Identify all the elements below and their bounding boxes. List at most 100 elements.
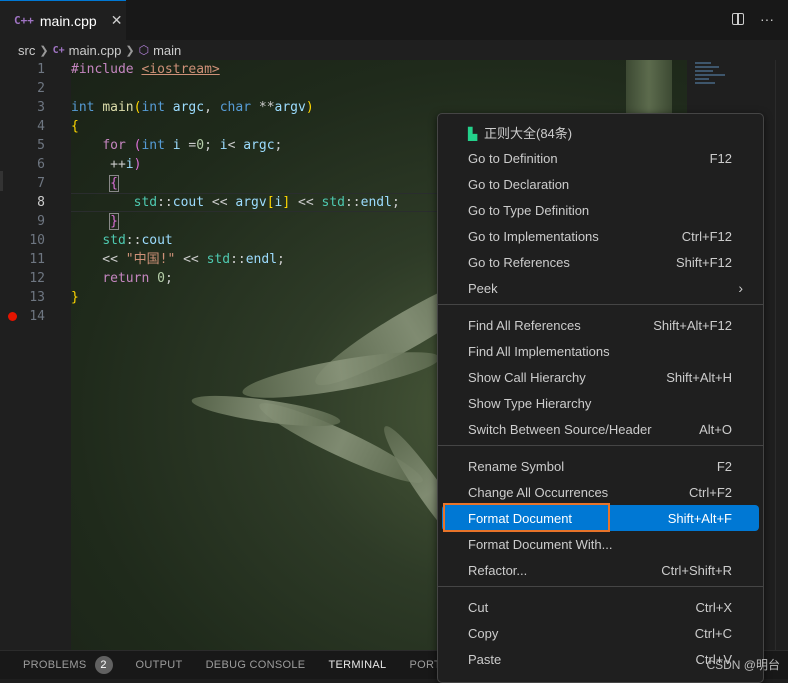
symbol-method-icon: ⬡ <box>138 43 150 57</box>
menu-item-change-all-occurrences[interactable]: Change All Occurrences Ctrl+F2 <box>442 479 759 505</box>
code-line: std::cout <box>102 233 173 248</box>
menu-item-cut[interactable]: Cut Ctrl+X <box>442 594 759 620</box>
menu-item-label: Show Type Hierarchy <box>468 395 592 411</box>
menu-separator <box>438 304 763 305</box>
menu-item-find-all-implementations[interactable]: Find All Implementations <box>442 338 759 364</box>
menu-item-label: Cut <box>468 599 489 615</box>
chevron-right-icon: › <box>738 280 743 296</box>
close-icon[interactable]: ✕ <box>111 12 123 29</box>
line-number: 1 <box>37 62 45 77</box>
menu-item-copy[interactable]: Copy Ctrl+C <box>442 620 759 646</box>
menu-item-label: Go to Type Definition <box>468 202 590 218</box>
menu-item-rename-symbol[interactable]: Rename Symbol F2 <box>442 453 759 479</box>
menu-item-refactor[interactable]: Refactor... Ctrl+Shift+R <box>442 557 759 583</box>
menu-item-go-to-definition[interactable]: Go to Definition F12 <box>442 145 759 171</box>
menu-item-shortcut: Shift+Alt+F <box>667 510 732 526</box>
line-number: 9 <box>37 214 45 229</box>
menu-item-label: Peek <box>468 280 498 296</box>
menu-item-label: Copy <box>468 625 499 641</box>
menu-item-label: Find All Implementations <box>468 343 610 359</box>
minimap-line <box>695 66 719 68</box>
line-number: 2 <box>37 81 45 96</box>
chevron-right-icon: ❯ <box>39 44 49 57</box>
split-editor-icon[interactable] <box>732 13 744 25</box>
tab-terminal[interactable]: TERMINAL <box>328 659 386 671</box>
minimap-line <box>695 82 715 84</box>
menu-item-find-all-references[interactable]: Find All References Shift+Alt+F12 <box>442 312 759 338</box>
tab-output[interactable]: OUTPUT <box>136 659 183 671</box>
minimap-line <box>695 78 709 80</box>
menu-item-label: Format Document With... <box>468 536 613 552</box>
breadcrumb-file[interactable]: main.cpp <box>69 43 122 58</box>
code-line: } <box>109 213 119 230</box>
menu-item-shortcut: F12 <box>709 150 732 166</box>
menu-separator <box>438 445 763 446</box>
menu-item-go-to-declaration[interactable]: Go to Declaration <box>442 171 759 197</box>
watermark: CSDN @明台 <box>706 658 780 672</box>
menu-item-format-document-with[interactable]: Format Document With... <box>442 531 759 557</box>
menu-item-label: Show Call Hierarchy <box>468 369 586 385</box>
breadcrumb: src ❯ C+ main.cpp ❯ ⬡ main <box>0 40 788 60</box>
tab-label: main.cpp <box>39 12 97 29</box>
menu-item-shortcut: Shift+Alt+H <box>666 369 732 385</box>
code-line: ++i) <box>71 157 142 172</box>
breakpoint-icon[interactable] <box>8 312 17 321</box>
breadcrumb-folder[interactable]: src <box>18 43 35 58</box>
menu-item-peek[interactable]: Peek › <box>442 275 759 301</box>
menu-item-label: Switch Between Source/Header <box>468 421 652 437</box>
cpp-file-icon: C+ <box>52 44 65 56</box>
code-line: << "中国!" << std::endl; <box>71 252 285 267</box>
cpp-file-icon: C++ <box>14 14 34 27</box>
menu-item-shortcut: Shift+Alt+F12 <box>653 317 732 333</box>
menu-item-go-to-implementations[interactable]: Go to Implementations Ctrl+F12 <box>442 223 759 249</box>
tab-main-cpp[interactable]: C++ main.cpp ✕ <box>0 0 126 40</box>
code-line: } <box>71 290 79 305</box>
tab-problems[interactable]: PROBLEMS 2 <box>23 656 113 674</box>
menu-item-regex-extension[interactable]: ▙ 正则大全(84条) <box>442 119 759 145</box>
menu-item-shortcut: Ctrl+C <box>694 625 732 641</box>
menu-separator <box>438 586 763 587</box>
menu-item-label: Go to Implementations <box>468 228 599 244</box>
tab-debug-console[interactable]: DEBUG CONSOLE <box>206 659 306 671</box>
breadcrumb-symbol[interactable]: main <box>153 43 181 58</box>
code-line: { <box>109 175 119 192</box>
menu-item-label: Go to References <box>468 254 570 270</box>
code-line: { <box>71 119 79 134</box>
menu-item-go-to-type-definition[interactable]: Go to Type Definition <box>442 197 759 223</box>
problems-count-badge: 2 <box>94 656 113 674</box>
more-actions-icon[interactable]: ··· <box>760 11 774 27</box>
context-menu: ▙ 正则大全(84条) Go to Definition F12 Go to Dec… <box>437 113 764 683</box>
code-line: std::cout << argv[i] << std::endl; <box>133 195 400 210</box>
menu-item-show-type-hierarchy[interactable]: Show Type Hierarchy <box>442 390 759 416</box>
minimap-line <box>695 70 713 72</box>
menu-item-label: Go to Definition <box>468 150 558 166</box>
line-number: 10 <box>29 233 45 248</box>
line-number-active: 8 <box>37 195 45 210</box>
line-number: 5 <box>37 138 45 153</box>
plant-stem <box>626 60 672 120</box>
menu-item-label: 正则大全(84条) <box>484 125 573 141</box>
chevron-right-icon: ❯ <box>125 44 135 57</box>
menu-item-show-call-hierarchy[interactable]: Show Call Hierarchy Shift+Alt+H <box>442 364 759 390</box>
line-gutter[interactable]: 1 2 3 4 5 6 7 8 9 10 11 12 13 14 <box>0 60 71 650</box>
code-line: int main(int argc, char **argv) <box>71 100 314 115</box>
gutter-indicator <box>0 171 3 191</box>
editor-actions: ··· <box>732 11 774 27</box>
menu-item-label: Paste <box>468 651 502 667</box>
menu-item-label: Rename Symbol <box>468 458 565 474</box>
code-line: for (int i =0; i< argc; <box>102 138 283 153</box>
menu-item-go-to-references[interactable]: Go to References Shift+F12 <box>442 249 759 275</box>
menu-item-switch-source-header[interactable]: Switch Between Source/Header Alt+O <box>442 416 759 442</box>
code-line: return 0; <box>102 271 173 286</box>
line-number: 4 <box>37 119 45 134</box>
editor-scrollbar[interactable] <box>775 60 788 650</box>
line-number: 14 <box>29 309 45 324</box>
menu-item-shortcut: Ctrl+F2 <box>689 484 732 500</box>
regex-icon: ▙ <box>468 126 478 141</box>
minimap-line <box>695 74 725 76</box>
line-number: 12 <box>29 271 45 286</box>
line-number: 13 <box>29 290 45 305</box>
code-line: #include <iostream> <box>71 62 220 77</box>
tab-bar: C++ main.cpp ✕ ··· <box>0 0 788 40</box>
line-number: 11 <box>29 252 45 267</box>
